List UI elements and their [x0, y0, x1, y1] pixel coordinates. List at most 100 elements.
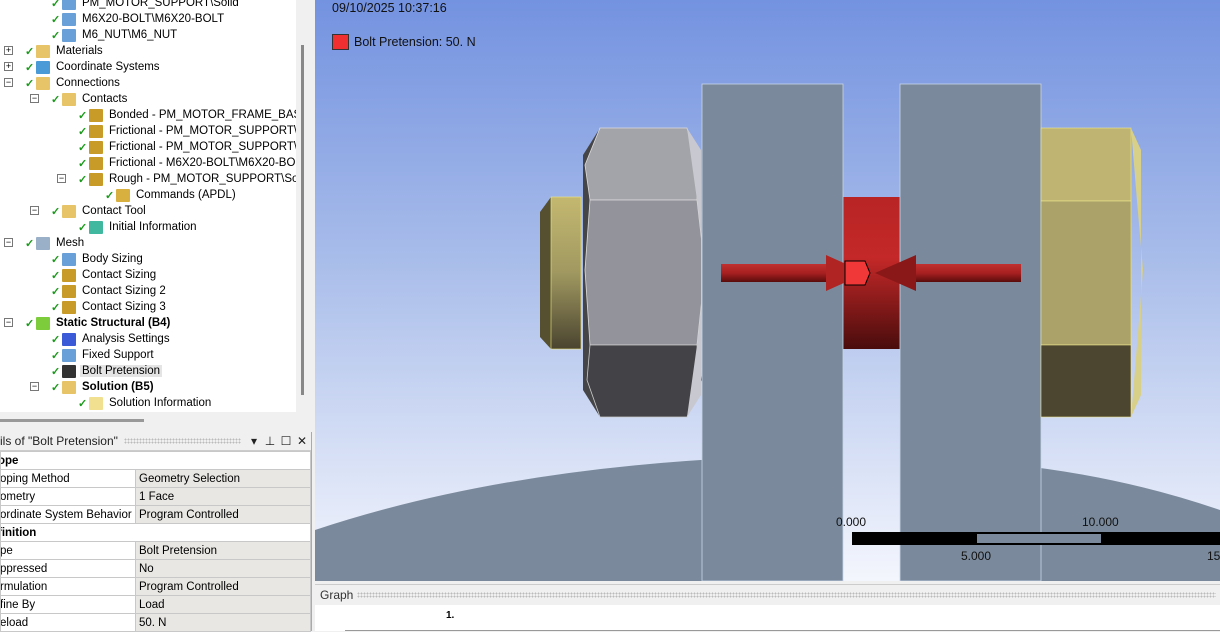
status-check-icon: ✓ [78, 173, 88, 186]
status-check-icon: ✓ [51, 93, 61, 106]
property-value[interactable]: Bolt Pretension [135, 541, 311, 560]
plate-left [701, 83, 844, 581]
tree-item[interactable]: ✓ Contact Sizing 3 [51, 299, 168, 315]
tree-item-label: Materials [56, 45, 103, 57]
details-row[interactable]: eload 50. N [0, 613, 311, 632]
details-row[interactable]: ordinate System Behavior Program Controll… [0, 505, 311, 524]
tree-item[interactable]: ✓ M6_NUT\M6_NUT [51, 27, 179, 43]
tree-item[interactable]: ✓ Initial Information [78, 219, 199, 235]
collapse-icon[interactable]: − [4, 78, 13, 87]
body-icon [62, 28, 76, 42]
pretension-arrow-right-shaft [915, 264, 1021, 282]
tree-item[interactable]: − ✓ Rough - PM_MOTOR_SUPPORT\Solid To [57, 171, 296, 187]
tree-item-label: Frictional - PM_MOTOR_SUPPORT\Solid [109, 125, 296, 137]
tree-item[interactable]: ✓ Analysis Settings [51, 331, 172, 347]
close-icon[interactable]: ✕ [295, 434, 309, 448]
tree-item[interactable]: ✓ Body Sizing [51, 251, 145, 267]
tree-item[interactable]: ✓ Contact Sizing 2 [51, 283, 168, 299]
tree-item-label: Analysis Settings [82, 333, 170, 345]
section-label: ope [0, 451, 311, 470]
tree-item-label: Frictional - PM_MOTOR_SUPPORT\Solid [109, 141, 296, 153]
tree-item[interactable]: + ✓ Coordinate Systems [4, 59, 162, 75]
dropdown-icon[interactable]: ▾ [247, 434, 261, 448]
bolt-head-mid [1040, 200, 1132, 346]
tree-item-label: Contact Tool [82, 205, 146, 217]
tree-item[interactable]: ✓ Solution Information [78, 395, 213, 411]
contact-sizing-icon [62, 268, 76, 282]
details-row[interactable]: oping Method Geometry Selection [0, 469, 311, 488]
tree-item[interactable]: ✓ Bolt Pretension [51, 363, 162, 379]
collapse-icon[interactable]: − [4, 238, 13, 247]
tree-item[interactable]: − ✓ Contact Tool [30, 203, 148, 219]
status-check-icon: ✓ [51, 349, 61, 362]
details-row[interactable]: pe Bolt Pretension [0, 541, 311, 560]
tree-item[interactable]: − ✓ Solution (B5) [30, 379, 156, 395]
tree-item-label: Connections [56, 77, 120, 89]
tree-item[interactable]: ✓ Frictional - M6X20-BOLT\M6X20-BOLT T [78, 155, 296, 171]
collapse-icon[interactable]: − [30, 94, 39, 103]
drag-handle[interactable] [357, 592, 1216, 598]
details-row[interactable]: ppressed No [0, 559, 311, 578]
details-row[interactable]: ometry 1 Face [0, 487, 311, 506]
body-icon [62, 12, 76, 26]
tree-item[interactable]: − ✓ Connections [4, 75, 122, 91]
graphics-viewport[interactable]: 09/10/2025 10:37:16 Bolt Pretension: 50.… [315, 0, 1220, 581]
commands-icon [116, 188, 130, 202]
status-check-icon: ✓ [78, 157, 88, 170]
tree-item[interactable]: − ✓ Mesh [4, 235, 86, 251]
collapse-icon[interactable]: − [4, 318, 13, 327]
collapse-icon[interactable]: − [57, 174, 66, 183]
property-name: oping Method [0, 469, 136, 488]
graph-panel: Graph 1. [315, 584, 1220, 631]
pretension-arrow-left-shaft [721, 264, 828, 282]
tree-item[interactable]: ✓ Frictional - PM_MOTOR_SUPPORT\Solid [78, 139, 296, 155]
collapse-icon[interactable]: − [30, 206, 39, 215]
tree-item[interactable]: ✓ Contact Sizing [51, 267, 158, 283]
tree-item-label: Fixed Support [82, 349, 154, 361]
property-value[interactable]: 50. N [135, 613, 311, 632]
drag-handle[interactable] [123, 438, 241, 444]
tree-item[interactable]: − ✓ Static Structural (B4) [4, 315, 172, 331]
tree-item[interactable]: ✓ Fixed Support [51, 347, 156, 363]
tree-item[interactable]: ✓ PM_MOTOR_SUPPORT\Solid [51, 0, 241, 11]
property-value[interactable]: Program Controlled [135, 577, 311, 596]
tree-item[interactable]: ✓ Commands (APDL) [105, 187, 238, 203]
property-value[interactable]: Geometry Selection [135, 469, 311, 488]
property-value[interactable]: 1 Face [135, 487, 311, 506]
details-title: ils of "Bolt Pretension" [0, 434, 118, 448]
tree-item-label: Bonded - PM_MOTOR_FRAME_BASE\PM [109, 109, 296, 121]
expand-icon[interactable]: + [4, 46, 13, 55]
bolt-head-chamfer [1131, 128, 1143, 417]
tree-item[interactable]: ✓ M6X20-BOLT\M6X20-BOLT [51, 11, 226, 27]
pin-icon[interactable]: ⊥ [263, 434, 277, 448]
tree-item[interactable]: + ✓ Materials [4, 43, 105, 59]
contact-icon [89, 172, 103, 186]
details-row[interactable]: fine By Load [0, 595, 311, 614]
status-check-icon: ✓ [51, 333, 61, 346]
tree-item[interactable]: − ✓ Contacts [30, 91, 129, 107]
tree-item-label: Coordinate Systems [56, 61, 160, 73]
bolt-head-top [1040, 127, 1132, 202]
collapse-icon[interactable]: − [30, 382, 39, 391]
status-check-icon: ✓ [51, 365, 61, 378]
graph-header: Graph [315, 585, 1220, 605]
tree-item-label: Body Sizing [82, 253, 143, 265]
status-check-icon: ✓ [78, 397, 88, 410]
maximize-icon[interactable]: ☐ [279, 434, 293, 448]
legend-label: Bolt Pretension: 50. N [354, 35, 476, 49]
tree-item[interactable]: ✓ Frictional - PM_MOTOR_SUPPORT\Solid [78, 123, 296, 139]
tree-horizontal-scrollbar[interactable] [0, 419, 144, 422]
tree-vertical-scrollbar[interactable] [301, 45, 304, 395]
details-row[interactable]: rmulation Program Controlled [0, 577, 311, 596]
expand-icon[interactable]: + [4, 62, 13, 71]
property-value[interactable]: No [135, 559, 311, 578]
tree-item[interactable]: ✓ Bonded - PM_MOTOR_FRAME_BASE\PM [78, 107, 296, 123]
tree-item-label: Rough - PM_MOTOR_SUPPORT\Solid To [109, 173, 296, 185]
tree-item-label: M6X20-BOLT\M6X20-BOLT [82, 13, 225, 25]
details-panel: ils of "Bolt Pretension" ▾ ⊥ ☐ ✕ opeopin… [0, 432, 312, 632]
property-value[interactable]: Load [135, 595, 311, 614]
materials-folder-icon [36, 44, 50, 58]
property-value[interactable]: Program Controlled [135, 505, 311, 524]
tree-item-label: Commands (APDL) [136, 189, 236, 201]
body-sizing-icon [62, 252, 76, 266]
